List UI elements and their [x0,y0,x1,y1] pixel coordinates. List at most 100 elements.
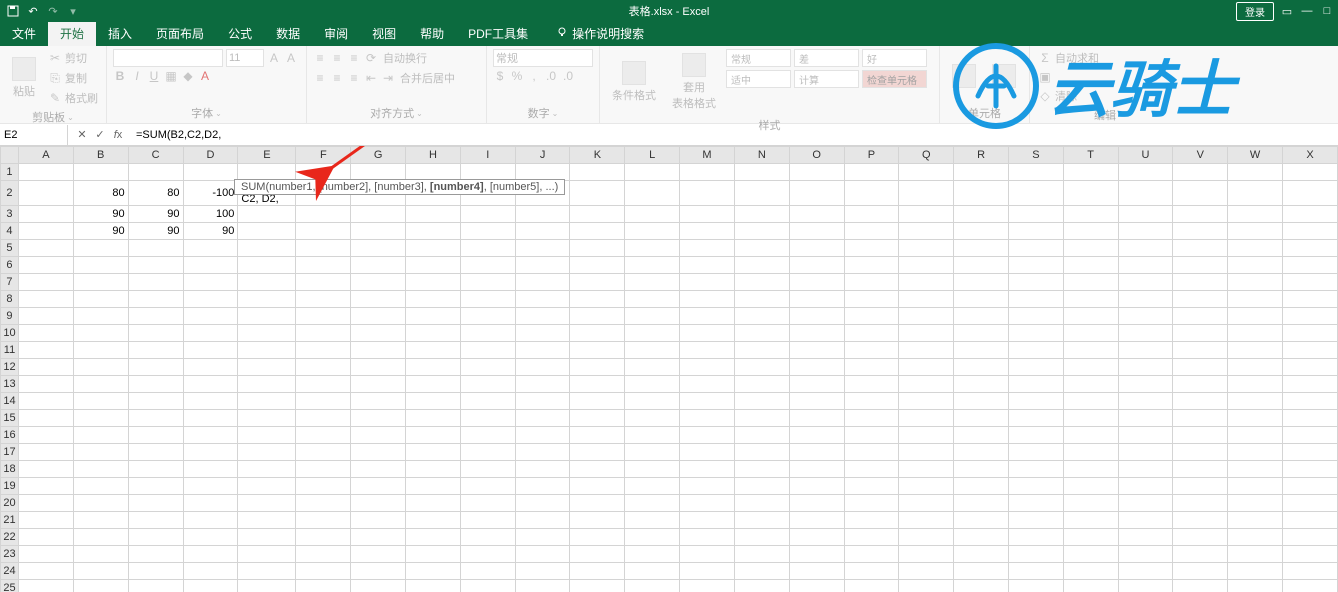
cell-I20[interactable] [460,495,515,512]
cell-F17[interactable] [296,444,351,461]
cell-P17[interactable] [844,444,899,461]
cell-U16[interactable] [1118,427,1173,444]
cell-W5[interactable] [1228,240,1283,257]
cell-C14[interactable] [128,393,183,410]
cell-Q6[interactable] [899,257,954,274]
cell-U9[interactable] [1118,308,1173,325]
cell-T23[interactable] [1063,546,1118,563]
cell-X11[interactable] [1283,342,1338,359]
name-box[interactable] [0,125,68,145]
cell-V10[interactable] [1173,325,1228,342]
cell-F20[interactable] [296,495,351,512]
cell-X3[interactable] [1283,206,1338,223]
clear-button[interactable]: ◇清除 [1036,87,1174,105]
cell-U24[interactable] [1118,563,1173,580]
cell-N5[interactable] [734,240,789,257]
cell-N19[interactable] [734,478,789,495]
cell-X1[interactable] [1283,164,1338,181]
cell-H9[interactable] [406,308,461,325]
cell-W24[interactable] [1228,563,1283,580]
cell-W18[interactable] [1228,461,1283,478]
col-header-R[interactable]: R [954,147,1009,164]
increase-font-icon[interactable]: A [267,51,281,65]
cell-Q15[interactable] [899,410,954,427]
cell-V18[interactable] [1173,461,1228,478]
cell-T8[interactable] [1063,291,1118,308]
cell-C1[interactable] [128,164,183,181]
cell-W6[interactable] [1228,257,1283,274]
align-center-icon[interactable]: ≡ [330,71,344,85]
cell-F24[interactable] [296,563,351,580]
cell-C16[interactable] [128,427,183,444]
minimize-icon[interactable]: — [1300,4,1314,18]
row-header-4[interactable]: 4 [1,223,19,240]
cell-U13[interactable] [1118,376,1173,393]
cell-T5[interactable] [1063,240,1118,257]
wrap-text-button[interactable]: 自动换行 [381,49,429,67]
cell-R9[interactable] [954,308,1009,325]
cell-K7[interactable] [570,274,625,291]
row-header-2[interactable]: 2 [1,181,19,206]
cell-V14[interactable] [1173,393,1228,410]
cell-B4[interactable]: 90 [73,223,128,240]
cell-N8[interactable] [734,291,789,308]
increase-decimal-icon[interactable]: .0 [544,69,558,83]
cell-M10[interactable] [680,325,735,342]
cell-U8[interactable] [1118,291,1173,308]
cell-X4[interactable] [1283,223,1338,240]
cell-J11[interactable] [515,342,570,359]
cell-C11[interactable] [128,342,183,359]
cell-M9[interactable] [680,308,735,325]
cell-G18[interactable] [351,461,406,478]
cell-G23[interactable] [351,546,406,563]
cell-O11[interactable] [789,342,844,359]
cell-S7[interactable] [1008,274,1063,291]
cell-S4[interactable] [1008,223,1063,240]
cell-I25[interactable] [460,580,515,592]
align-middle-icon[interactable]: ≡ [330,51,344,65]
cell-O19[interactable] [789,478,844,495]
cell-M15[interactable] [680,410,735,427]
cell-N3[interactable] [734,206,789,223]
cell-P1[interactable] [844,164,899,181]
cell-X23[interactable] [1283,546,1338,563]
cell-R21[interactable] [954,512,1009,529]
cell-G20[interactable] [351,495,406,512]
cell-G5[interactable] [351,240,406,257]
cancel-formula-icon[interactable]: ✕ [74,127,90,143]
cell-R18[interactable] [954,461,1009,478]
cell-E8[interactable] [238,291,296,308]
col-header-U[interactable]: U [1118,147,1173,164]
cell-M18[interactable] [680,461,735,478]
cell-F18[interactable] [296,461,351,478]
cell-Q14[interactable] [899,393,954,410]
cell-K8[interactable] [570,291,625,308]
cell-D12[interactable] [183,359,238,376]
cell-I14[interactable] [460,393,515,410]
cell-N22[interactable] [734,529,789,546]
decrease-font-icon[interactable]: A [284,51,298,65]
cell-T16[interactable] [1063,427,1118,444]
cell-A16[interactable] [18,427,73,444]
cell-V17[interactable] [1173,444,1228,461]
cell-E9[interactable] [238,308,296,325]
cell-O4[interactable] [789,223,844,240]
cell-O25[interactable] [789,580,844,592]
cell-V19[interactable] [1173,478,1228,495]
cell-J16[interactable] [515,427,570,444]
cell-O20[interactable] [789,495,844,512]
cell-N15[interactable] [734,410,789,427]
cell-E11[interactable] [238,342,296,359]
cell-S13[interactable] [1008,376,1063,393]
cut-button[interactable]: ✂剪切 [46,49,100,67]
cell-J24[interactable] [515,563,570,580]
cell-Q13[interactable] [899,376,954,393]
cell-K11[interactable] [570,342,625,359]
cell-S20[interactable] [1008,495,1063,512]
cell-D11[interactable] [183,342,238,359]
insert-cells-button[interactable] [946,49,982,103]
cell-T15[interactable] [1063,410,1118,427]
cell-S22[interactable] [1008,529,1063,546]
cell-D19[interactable] [183,478,238,495]
cell-G4[interactable] [351,223,406,240]
